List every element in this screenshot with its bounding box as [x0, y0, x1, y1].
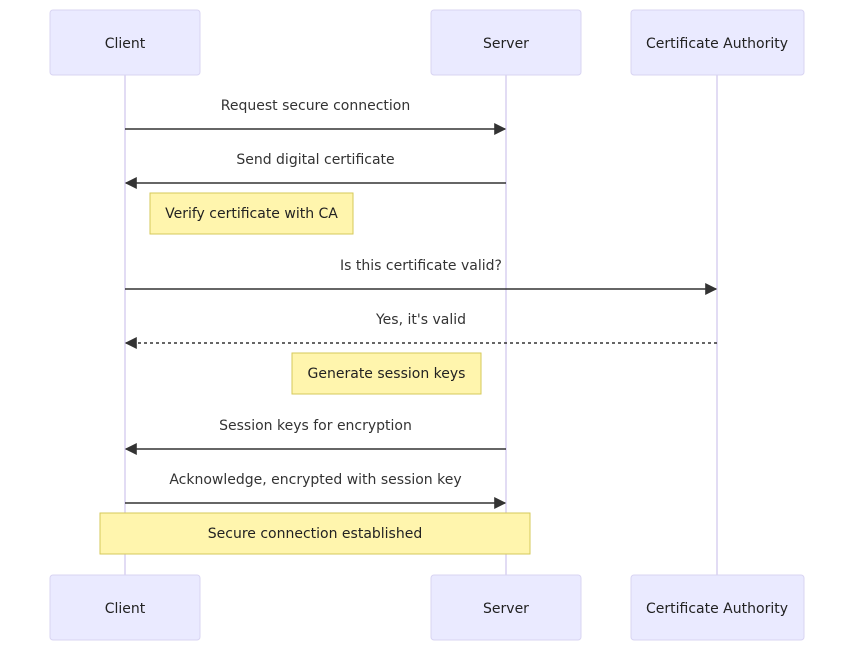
message-label: Request secure connection: [221, 98, 410, 114]
participant-label: Certificate Authority: [646, 36, 788, 52]
message-label: Acknowledge, encrypted with session key: [169, 472, 461, 488]
participant-label: Client: [105, 601, 146, 617]
participant-label: Client: [105, 36, 146, 52]
note-label: Verify certificate with CA: [165, 206, 338, 222]
participant-label: Server: [483, 601, 529, 617]
participant-label: Server: [483, 36, 529, 52]
message-label: Is this certificate valid?: [340, 258, 502, 274]
sequence-diagram: Client Client Server Server Certificate Auth…: [49, 9, 805, 641]
participant-label: Certificate Authority: [646, 601, 788, 617]
message-label: Send digital certificate: [236, 152, 394, 168]
message-label: Session keys for encryption: [219, 418, 412, 434]
note-label: Generate session keys: [308, 366, 466, 382]
note-label: Secure connection established: [208, 526, 422, 542]
message-label: Yes, it's valid: [375, 312, 466, 328]
